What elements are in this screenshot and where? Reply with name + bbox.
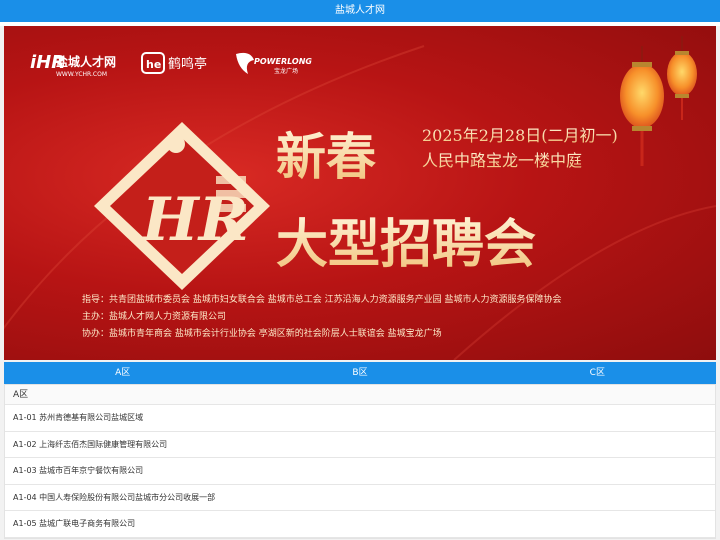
list-item[interactable]: A1-04 中国人寿保险股份有限公司盐城市分公司收展一部 (5, 485, 715, 511)
zone-section-title: A区 (5, 385, 715, 405)
logo-powerlong-text: POWERLONG (254, 57, 312, 66)
logo-ychr-text: 盐城人才网 (56, 54, 116, 69)
booth-list: A区 A1-01 苏州肯德基有限公司盐城区域 A1-02 上海纤志佰杰国际健康管… (4, 384, 716, 539)
logo-he: he 鹤鸣亭 (141, 52, 207, 74)
guide-organizers: 指导：共青团盐城市委员会 盐城市妇女联合会 盐城市总工会 江苏沿海人力资源服务产… (82, 293, 561, 305)
tab-zone-a[interactable]: A区 (4, 362, 241, 384)
logo-ychr: iHR 盐城人才网 WWW.YCHR.COM (30, 52, 116, 78)
list-item[interactable]: A1-02 上海纤志佰杰国际健康管理有限公司 (5, 432, 715, 458)
lantern-icon (667, 36, 697, 120)
co-organizers: 协办：盐城市青年商会 盐城市会计行业协会 亭湖区新的社会阶层人士联谊会 盐城宝龙… (82, 327, 442, 339)
svg-text:he: he (146, 58, 161, 71)
event-venue: 人民中路宝龙一楼中庭 (422, 151, 582, 170)
logo-powerlong-sub: 宝龙广场 (274, 67, 298, 75)
logo-powerlong: POWERLONG 宝龙广场 (236, 52, 312, 75)
tab-zone-c[interactable]: C区 (479, 362, 716, 384)
site-header: 盐城人才网 (0, 0, 720, 22)
job-fair-banner[interactable]: iHR 盐城人才网 WWW.YCHR.COM he 鹤鸣亭 POWERLONG … (4, 26, 716, 360)
ihr-emblem: HR (94, 122, 270, 290)
headline-job-fair: 大型招聘会 (276, 214, 536, 275)
tab-zone-b[interactable]: B区 (241, 362, 478, 384)
headline-xinchun: 新春 (276, 127, 376, 186)
logo-he-text: 鹤鸣亭 (168, 56, 207, 72)
logo-ychr-url: WWW.YCHR.COM (56, 71, 107, 78)
list-item[interactable]: A1-05 盐城广联电子商务有限公司 (5, 511, 715, 538)
lantern-icon (620, 46, 664, 166)
zone-tabs: A区 B区 C区 (4, 362, 716, 384)
list-item[interactable]: A1-01 苏州肯德基有限公司盐城区域 (5, 405, 715, 432)
event-date: 2025年2月28日(二月初一) (422, 126, 618, 145)
list-item[interactable]: A1-03 盐城市百年京宁餐饮有限公司 (5, 458, 715, 485)
host-organizer: 主办：盐城人才网人力资源有限公司 (82, 310, 226, 322)
site-title: 盐城人才网 (335, 5, 385, 16)
banner-graphic: iHR 盐城人才网 WWW.YCHR.COM he 鹤鸣亭 POWERLONG … (4, 36, 716, 360)
